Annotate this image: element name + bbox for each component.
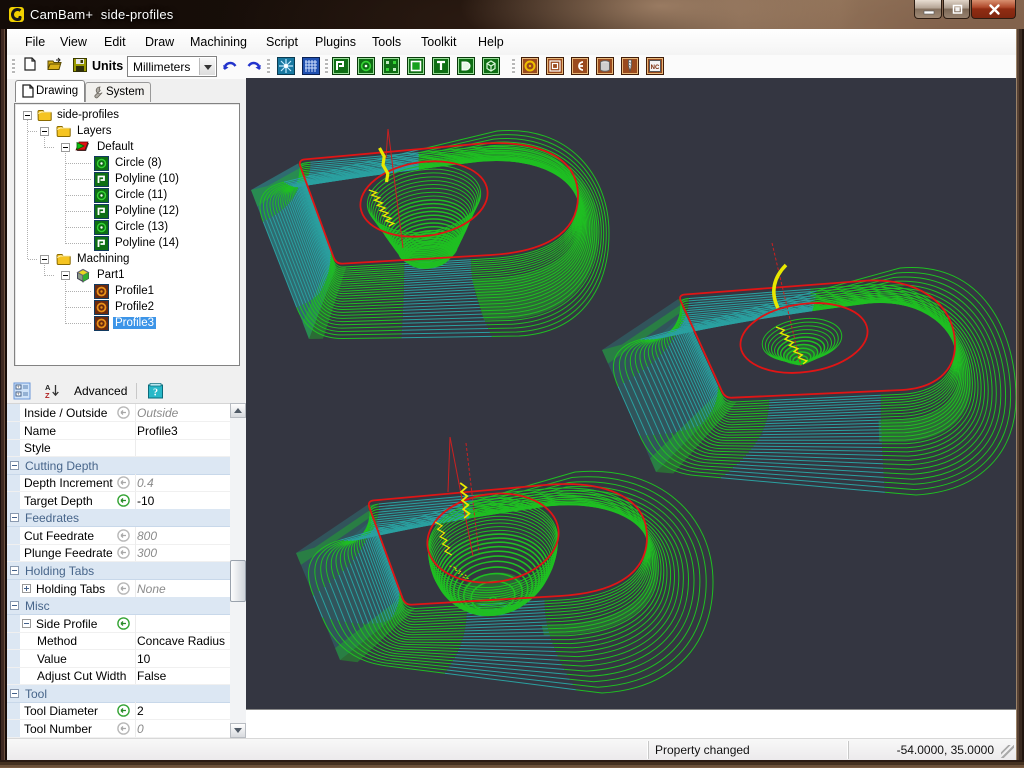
svg-text:+: +: [17, 385, 20, 390]
svg-text:Z: Z: [45, 391, 50, 399]
svg-text:?: ?: [153, 388, 158, 399]
svg-text:NC: NC: [651, 65, 660, 71]
svg-text:+: +: [17, 392, 20, 397]
